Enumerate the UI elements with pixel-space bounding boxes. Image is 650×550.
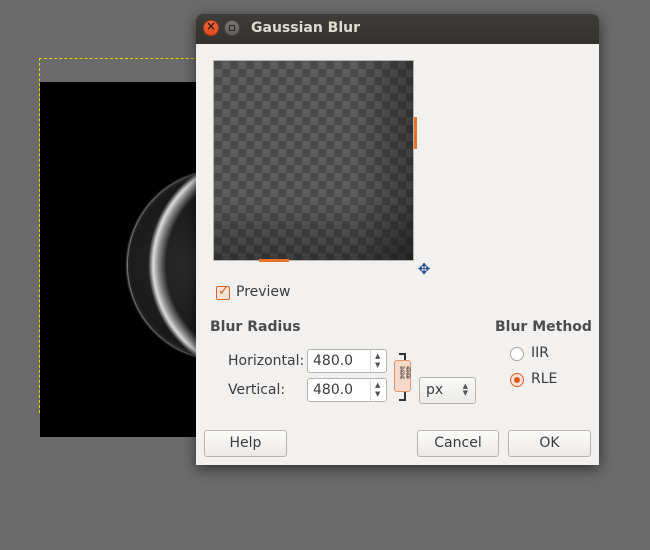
decrement-icon[interactable]: ▼ xyxy=(375,391,380,398)
chain-link-button[interactable]: ⛓ xyxy=(394,360,414,392)
decrement-icon[interactable]: ▼ xyxy=(375,362,380,369)
gaussian-blur-dialog: × Gaussian Blur ✥ ✓ Preview Blur Radius … xyxy=(196,14,599,465)
vertical-stepper[interactable]: ▲ ▼ xyxy=(370,379,386,401)
unit-dropdown[interactable]: px ▲ ▼ xyxy=(419,377,476,404)
vertical-value[interactable]: 480.0 xyxy=(313,382,353,398)
horizontal-stepper[interactable]: ▲ ▼ xyxy=(370,350,386,372)
help-button[interactable]: Help xyxy=(204,430,287,457)
preview-area[interactable] xyxy=(213,60,414,261)
rle-label[interactable]: RLE xyxy=(531,371,557,387)
updown-icon: ▲ ▼ xyxy=(462,382,468,397)
horizontal-label: Horizontal: xyxy=(228,353,305,369)
preview-vertical-scroll-indicator[interactable] xyxy=(414,117,417,149)
preview-shade xyxy=(214,61,413,260)
dialog-titlebar[interactable]: × Gaussian Blur xyxy=(196,14,599,44)
iir-label[interactable]: IIR xyxy=(531,345,549,361)
preview-label[interactable]: Preview xyxy=(236,284,291,300)
move-arrows-icon[interactable]: ✥ xyxy=(416,261,432,277)
moon-rim xyxy=(128,170,200,360)
blur-method-title: Blur Method xyxy=(495,319,592,335)
horizontal-value[interactable]: 480.0 xyxy=(313,353,353,369)
horizontal-spinbutton[interactable]: 480.0 ▲ ▼ xyxy=(307,349,387,373)
dialog-title: Gaussian Blur xyxy=(251,20,360,36)
image-canvas[interactable] xyxy=(40,82,200,437)
radio-rle[interactable] xyxy=(510,373,524,387)
increment-icon[interactable]: ▲ xyxy=(375,353,380,360)
minimize-icon[interactable] xyxy=(224,20,240,36)
vertical-label: Vertical: xyxy=(228,382,286,398)
preview-checkbox[interactable]: ✓ xyxy=(216,284,230,300)
close-icon[interactable]: × xyxy=(203,19,219,36)
vertical-spinbutton[interactable]: 480.0 ▲ ▼ xyxy=(307,378,387,402)
preview-horizontal-scroll-indicator[interactable] xyxy=(259,259,289,262)
ok-button[interactable]: OK xyxy=(508,430,591,457)
chain-link-icon: ⛓ xyxy=(397,366,414,381)
cancel-button[interactable]: Cancel xyxy=(417,430,499,457)
blur-radius-title: Blur Radius xyxy=(210,319,301,335)
increment-icon[interactable]: ▲ xyxy=(375,382,380,389)
chain-bracket-bottom xyxy=(399,391,406,401)
unit-value: px xyxy=(426,382,444,398)
radio-iir[interactable] xyxy=(510,347,524,361)
